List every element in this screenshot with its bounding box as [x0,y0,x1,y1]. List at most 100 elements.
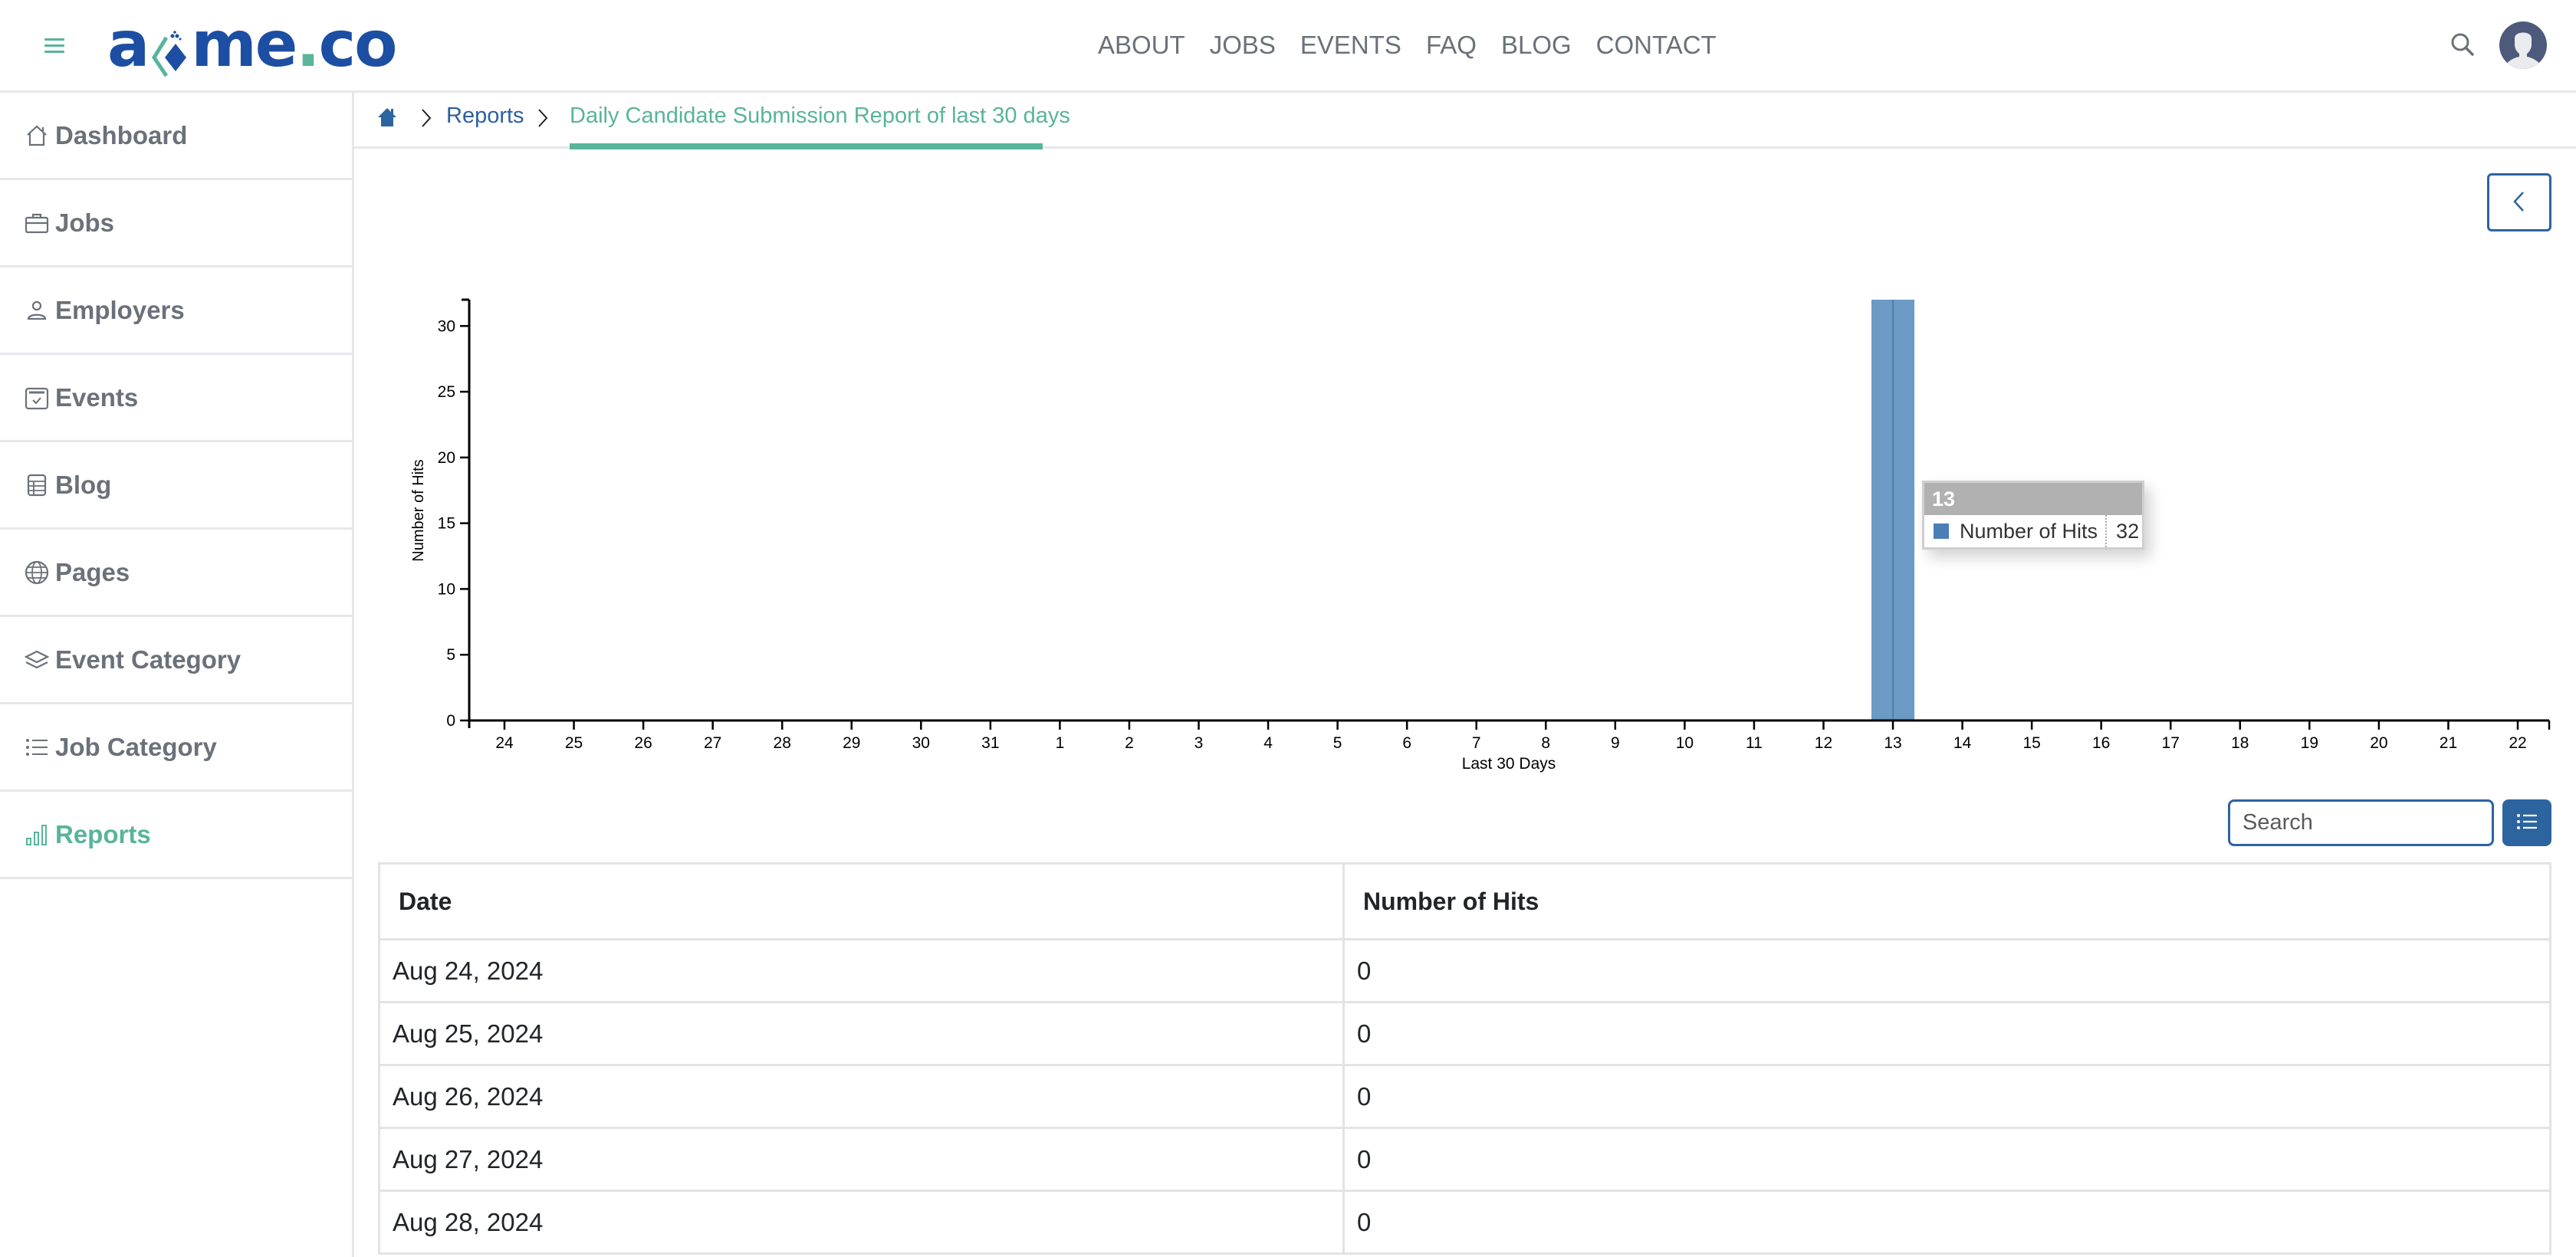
x-tick-label: 18 [2231,734,2249,752]
x-tick-label: 1 [1056,734,1065,752]
x-tick-label: 9 [1611,734,1620,752]
calendar-check-icon [25,386,49,410]
chevron-right-icon [537,105,549,131]
nav-faq[interactable]: FAQ [1426,31,1477,60]
sidebar-item-event-category[interactable]: Event Category [0,617,352,704]
sidebar-item-label: Employers [55,295,185,324]
chevron-right-icon [420,105,432,131]
x-tick-label: 7 [1472,734,1481,752]
y-tick-label: 20 [438,449,455,467]
sidebar-item-jobs[interactable]: Jobs [0,180,352,267]
x-tick-label: 3 [1194,734,1204,752]
list-icon [2516,812,2538,833]
column-header-hits[interactable]: Number of Hits [1342,862,2551,940]
x-tick-label: 2 [1125,734,1134,752]
nav-events[interactable]: EVENTS [1300,31,1401,60]
breadcrumb: Reports Daily Candidate Submission Repor… [354,93,2576,149]
x-tick-label: 14 [1953,734,1972,752]
table-doc-icon [25,473,49,497]
column-toggle-button[interactable] [2502,799,2551,846]
sidebar-item-label: Blog [55,470,112,499]
main-nav: ABOUT JOBS EVENTS FAQ BLOG CONTACT [1098,31,1741,60]
breadcrumb-reports-link[interactable]: Reports [446,103,524,129]
tooltip-series-name: Number of Hits [1960,515,2108,547]
collapse-back-button[interactable] [2487,173,2551,231]
y-tick-label: 10 [438,580,455,598]
nav-jobs[interactable]: JOBS [1210,31,1276,60]
sidebar-item-label: Job Category [55,732,217,761]
hits-table: Date Number of Hits Aug 24, 2024 0 Aug 25… [378,862,2551,1255]
x-tick-label: 24 [495,734,514,752]
tooltip-title: 13 [1924,483,2142,515]
sidebar-item-label: Jobs [55,208,115,237]
nav-contact[interactable]: CONTACT [1596,31,1717,60]
table-row: Aug 25, 2024 0 [378,1001,2551,1066]
x-tick-label: 4 [1263,734,1273,752]
table-row: Aug 26, 2024 0 [378,1064,2551,1129]
logo-text: me [191,8,297,81]
x-tick-label: 31 [981,734,999,752]
cell-hits: 0 [1342,1064,2551,1129]
nav-blog[interactable]: BLOG [1501,31,1572,60]
bar-chart-icon [25,822,49,847]
list-icon [25,735,49,760]
x-tick-label: 11 [1746,734,1763,752]
cell-hits: 0 [1342,1127,2551,1192]
sidebar-item-label: Event Category [55,645,242,674]
sidebar-item-job-category[interactable]: Job Category [0,704,352,792]
sidebar-item-label: Events [55,382,139,412]
briefcase-icon [25,211,49,235]
cell-date: Aug 28, 2024 [378,1190,1345,1255]
cell-date: Aug 24, 2024 [378,938,1345,1003]
user-avatar[interactable] [2499,21,2547,69]
top-header: a me. co ABOUT JOBS EVENTS FAQ BLOG CONTA… [0,0,2576,93]
cell-hits: 0 [1342,1190,2551,1255]
nav-about[interactable]: ABOUT [1098,31,1185,60]
logo-mark-icon [150,21,189,77]
sidebar-item-events[interactable]: Events [0,355,352,442]
hamburger-menu-icon[interactable] [44,38,64,55]
x-tick-label: 20 [2370,734,2387,752]
x-tick-label: 8 [1541,734,1550,752]
series-swatch [1934,523,1949,539]
x-tick-label: 25 [565,734,583,752]
logo-dot: . [296,8,320,81]
logo-text: a [107,8,150,81]
x-tick-label: 30 [912,734,930,752]
x-tick-label: 5 [1333,734,1342,752]
sidebar-item-label: Pages [55,557,130,586]
x-tick-label: 28 [774,734,791,752]
sidebar-item-dashboard[interactable]: Dashboard [0,93,352,180]
y-tick-label: 5 [446,646,455,664]
x-tick-label: 21 [2440,734,2457,752]
x-tick-label: 10 [1676,734,1694,752]
cell-hits: 0 [1342,1001,2551,1066]
table-search-input[interactable] [2228,799,2494,846]
cell-date: Aug 26, 2024 [378,1064,1345,1129]
house-icon [25,123,49,148]
x-tick-label: 16 [2092,734,2110,752]
search-icon[interactable] [2449,31,2476,58]
sidebar-item-label: Dashboard [55,120,188,149]
x-tick-label: 22 [2509,734,2526,752]
sidebar-item-blog[interactable]: Blog [0,442,352,530]
x-axis-label: Last 30 Days [1462,755,1556,773]
home-icon[interactable] [377,107,397,128]
table-row: Aug 24, 2024 0 [378,938,2551,1003]
cell-date: Aug 25, 2024 [378,1001,1345,1066]
y-tick-label: 30 [438,317,455,335]
x-tick-label: 12 [1815,734,1832,752]
column-header-date[interactable]: Date [378,862,1345,940]
breadcrumb-current: Daily Candidate Submission Report of las… [570,103,1070,128]
sidebar-item-employers[interactable]: Employers [0,267,352,355]
table-header-row: Date Number of Hits [378,862,2551,940]
logo[interactable]: a me. co [107,8,398,81]
x-tick-label: 26 [634,734,652,752]
y-tick-label: 0 [446,712,455,730]
sidebar-item-reports[interactable]: Reports [0,792,352,879]
sidebar-item-pages[interactable]: Pages [0,530,352,617]
chevron-left-icon [2511,190,2528,215]
tooltip-row: Number of Hits 32 [1924,515,2142,547]
globe-icon [25,560,49,585]
logo-text: co [318,8,398,81]
